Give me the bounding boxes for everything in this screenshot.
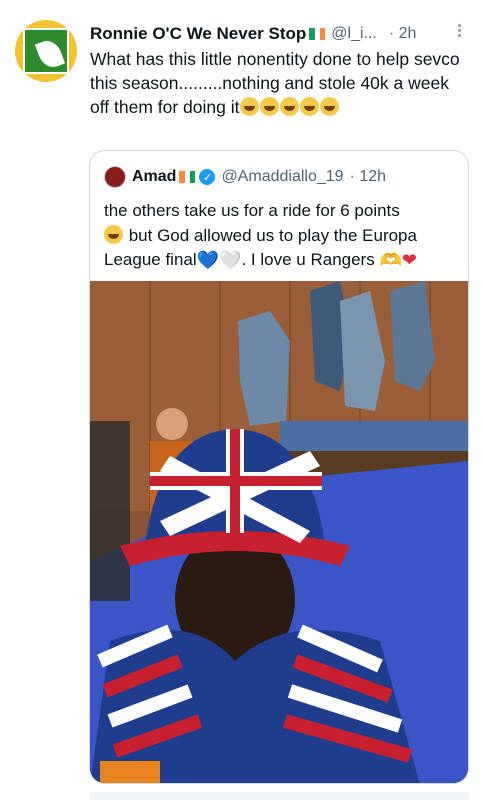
rofl-emoji-icon — [259, 97, 279, 116]
rofl-emoji-icon — [319, 97, 339, 116]
quote-author-handle[interactable]: @Amaddiallo_19 — [221, 168, 343, 186]
rofl-emoji-icon — [279, 97, 299, 116]
quoted-tweet[interactable]: Amad ✓ @Amaddiallo_19 · 12h the others t… — [89, 150, 469, 784]
more-options-icon[interactable] — [449, 20, 469, 40]
rofl-emoji-icon — [239, 97, 259, 116]
quote-author-name[interactable]: Amad — [132, 168, 176, 186]
time-separator: · — [388, 25, 395, 42]
avatar-logo — [23, 28, 69, 74]
verified-badge-icon: ✓ — [199, 169, 216, 185]
quote-photo[interactable] — [90, 281, 468, 783]
tweet-time[interactable]: · 2h — [389, 25, 417, 43]
next-tweet-edge — [89, 792, 469, 800]
author-avatar[interactable] — [15, 20, 77, 82]
quote-author-avatar[interactable] — [104, 166, 126, 188]
quote-time-separator: · — [349, 168, 355, 185]
quote-text-part3: . I love u Rangers — [241, 250, 380, 269]
quote-time-value: 12h — [359, 168, 387, 185]
author-handle[interactable]: @l_i... — [331, 25, 377, 43]
ireland-flag-icon — [309, 28, 326, 40]
author-name[interactable]: Ronnie O'C We Never Stop — [90, 24, 306, 44]
white-heart-icon: 🤍 — [219, 250, 242, 270]
quote-header: Amad ✓ @Amaddiallo_19 · 12h — [104, 165, 386, 189]
time-value: 2h — [398, 25, 417, 42]
selfie-photo — [90, 281, 468, 783]
heart-hands-icon: 🫶 — [379, 250, 402, 270]
red-heart-icon: ❤ — [401, 250, 417, 270]
rofl-emoji-icon — [104, 224, 123, 244]
quote-time[interactable]: · 12h — [350, 168, 386, 186]
ireland-flag-icon — [179, 171, 196, 183]
quote-text: the others take us for a ride for 6 poin… — [104, 199, 456, 273]
rofl-emoji-icon — [299, 97, 319, 116]
blue-heart-icon: 💙 — [196, 250, 220, 270]
tweet-text: What has this little nonentity done to h… — [90, 47, 470, 119]
tweet-header: Ronnie O'C We Never Stop @l_i... · 2h — [90, 22, 470, 46]
quote-text-part1: the others take us for a ride for 6 poin… — [104, 201, 400, 220]
